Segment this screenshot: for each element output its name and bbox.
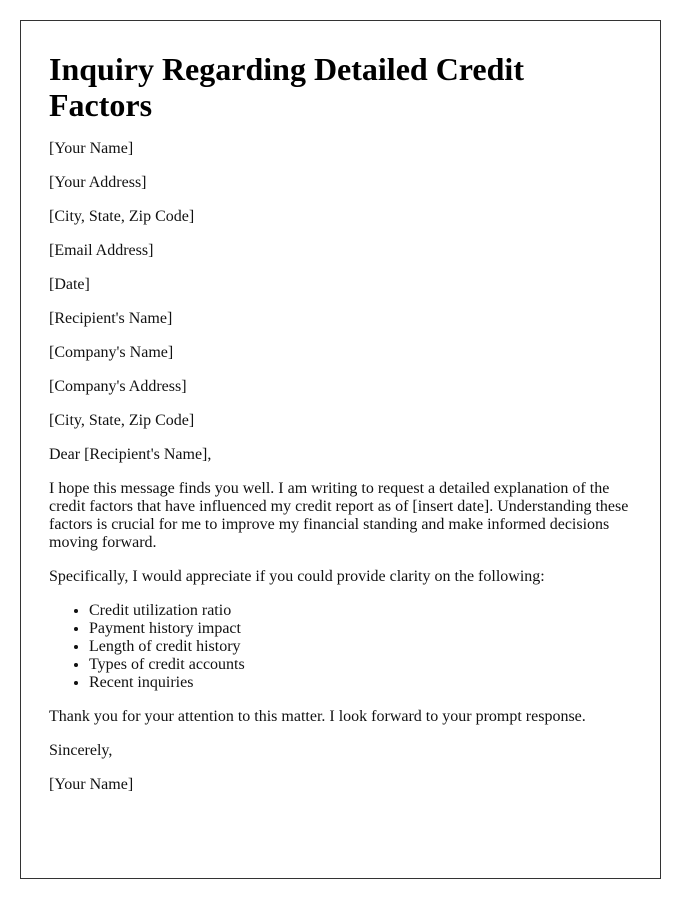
- sender-name: [Your Name]: [49, 140, 134, 157]
- recipient-company-address: [Company's Address]: [49, 378, 187, 395]
- list-item: Types of credit accounts: [89, 656, 632, 674]
- recipient-company: [Company's Name]: [49, 344, 174, 361]
- letter-title: Inquiry Regarding Detailed Credit Factor…: [49, 51, 524, 123]
- list-item: Payment history impact: [89, 620, 632, 638]
- list-item: Length of credit history: [89, 638, 632, 656]
- letter-container: Inquiry Regarding Detailed Credit Factor…: [20, 20, 661, 879]
- list-item: Credit utilization ratio: [89, 602, 632, 620]
- list-item: Recent inquiries: [89, 674, 632, 692]
- credit-factors-list: Credit utilization ratio Payment history…: [49, 602, 632, 692]
- salutation: Dear [Recipient's Name],: [49, 446, 212, 463]
- closing-paragraph: Thank you for your attention to this mat…: [49, 708, 586, 725]
- sender-city-state-zip: [City, State, Zip Code]: [49, 208, 195, 225]
- body-paragraph-request: Specifically, I would appreciate if you …: [49, 568, 545, 585]
- body-paragraph-intro: I hope this message finds you well. I am…: [49, 480, 629, 551]
- signature: [Your Name]: [49, 776, 134, 793]
- recipient-name: [Recipient's Name]: [49, 310, 173, 327]
- sender-email: [Email Address]: [49, 242, 154, 259]
- sender-address: [Your Address]: [49, 174, 147, 191]
- letter-date: [Date]: [49, 276, 90, 293]
- recipient-city-state-zip: [City, State, Zip Code]: [49, 412, 195, 429]
- sign-off: Sincerely,: [49, 742, 113, 759]
